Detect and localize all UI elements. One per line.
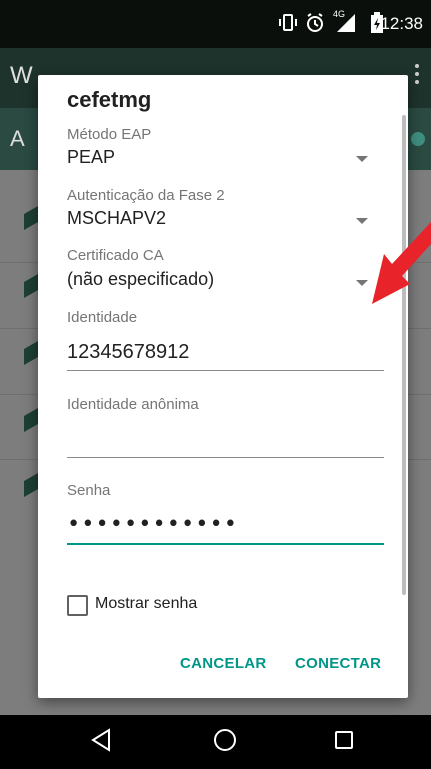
signal-icon (337, 14, 355, 32)
eap-method-spinner[interactable]: PEAP (67, 147, 115, 168)
cancel-button[interactable]: CANCELAR (180, 655, 267, 672)
connect-button[interactable]: CONECTAR (295, 655, 381, 672)
wifi-icon (24, 205, 38, 231)
show-password-label[interactable]: Mostrar senha (95, 595, 197, 613)
wifi-icon (24, 340, 38, 366)
eap-method-label: Método EAP (67, 126, 152, 143)
dialog-title: cefetmg (67, 87, 152, 112)
identity-input-underline (67, 370, 384, 371)
ca-certificate-label: Certificado CA (67, 247, 164, 264)
dialog-scrollbar[interactable] (402, 115, 406, 595)
wifi-config-dialog: cefetmg Método EAP PEAP Autenticação da … (38, 75, 408, 698)
dropdown-arrow-icon[interactable] (356, 280, 368, 286)
wifi-toggle-knob (411, 132, 425, 146)
wifi-icon (24, 472, 38, 498)
identity-label: Identidade (67, 309, 138, 326)
phase2-auth-spinner[interactable]: MSCHAPV2 (67, 208, 166, 229)
wifi-icon (24, 407, 38, 433)
show-password-checkbox[interactable] (67, 595, 88, 616)
password-label: Senha (67, 482, 111, 499)
back-icon[interactable] (90, 727, 112, 753)
anonymous-identity-underline (67, 457, 384, 458)
annotation-arrow-icon (372, 222, 431, 304)
password-input[interactable]: •••••••••••• (67, 512, 238, 537)
alarm-icon (307, 13, 323, 32)
status-time: 12:38 (380, 14, 423, 33)
password-input-underline (67, 543, 384, 545)
identity-input[interactable]: 12345678912 (67, 341, 189, 364)
status-bar: 4G 12:38 (0, 0, 431, 48)
vibrate-icon (279, 14, 297, 31)
anonymous-identity-label: Identidade anônima (67, 396, 199, 413)
navigation-bar (0, 715, 431, 769)
phase2-auth-label: Autenticação da Fase 2 (67, 187, 225, 204)
ca-certificate-spinner[interactable]: (não especificado) (67, 269, 214, 290)
wifi-icon (24, 273, 38, 299)
overflow-menu-icon (415, 64, 419, 88)
home-icon[interactable] (212, 727, 238, 753)
recents-icon[interactable] (333, 727, 355, 753)
dropdown-arrow-icon[interactable] (356, 156, 368, 162)
background-subbar-label: A (10, 126, 25, 151)
background-app-title: W (10, 62, 33, 89)
dropdown-arrow-icon[interactable] (356, 218, 368, 224)
